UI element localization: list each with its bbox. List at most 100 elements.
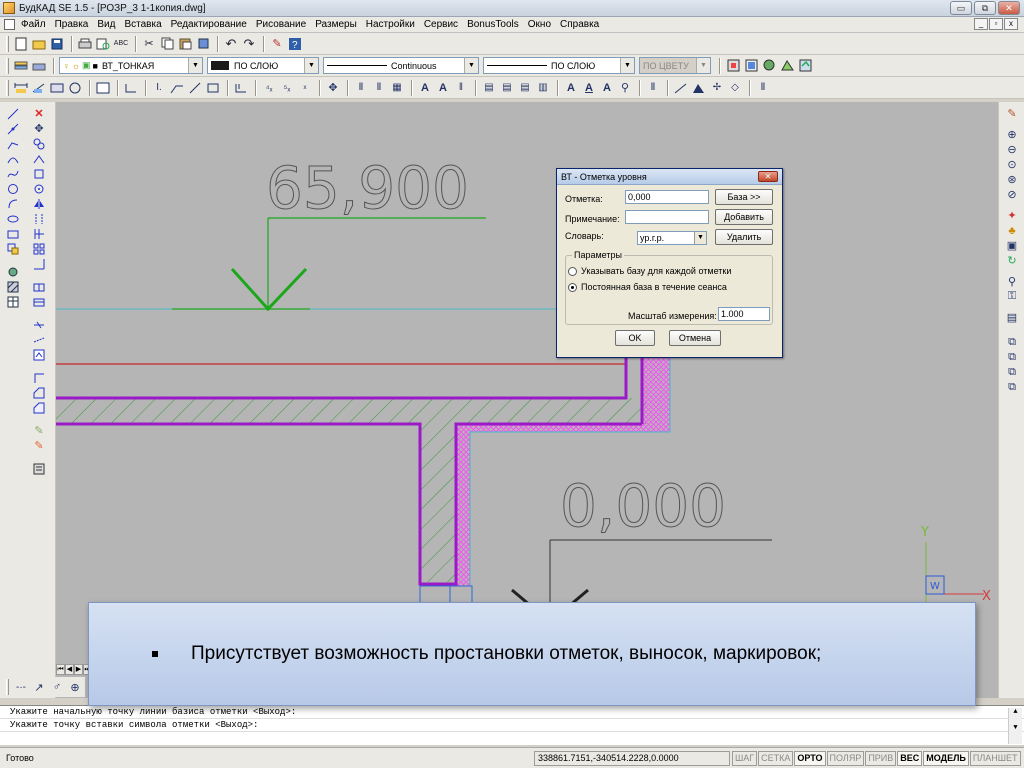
table-edit-icon[interactable]: ▤ [517,80,533,96]
menu-file[interactable]: Файл [21,19,46,30]
pencil-icon[interactable]: ✎ [269,36,285,52]
menu-modify[interactable]: Редактирование [171,19,247,30]
dialog-title-bar[interactable]: ВТ - Отметка уровня ✕ [557,169,782,185]
coordinates-readout[interactable]: 338861.7151,-340514.2228,0.0000 [534,750,730,766]
draworder-front-icon[interactable]: ⧉ [1004,335,1020,350]
text-scale-icon[interactable]: A [599,80,615,96]
menu-window[interactable]: Окно [528,19,551,30]
layout-icon[interactable]: ▤ [1004,310,1020,325]
open-file-icon[interactable] [31,36,47,52]
zoom-out-icon[interactable]: ⊖ [1004,142,1020,157]
region-icon[interactable] [5,264,21,279]
arc-3p-icon[interactable] [5,196,21,211]
doc-restore-button[interactable]: ▫ [989,18,1003,30]
status-toggle-4[interactable]: ПРИВ [865,750,897,766]
paint-icon[interactable]: ✎ [31,438,47,453]
dim-update-icon[interactable]: ✥ [325,80,341,96]
plotstyle-combo[interactable]: ПО ЦВЕТУ ▼ [639,57,711,74]
doc-minimize-button[interactable]: _ [974,18,988,30]
paste-icon[interactable] [177,36,193,52]
menu-bonustools[interactable]: BonusTools [467,19,519,30]
dim-angular-icon[interactable] [123,80,139,96]
note-input[interactable] [625,210,709,224]
polygon-icon[interactable] [31,400,47,415]
match-properties-icon[interactable] [195,36,211,52]
column-mark-icon[interactable]: Ⅱ [353,80,369,96]
offset-icon[interactable] [31,166,47,181]
menu-edit[interactable]: Правка [55,19,89,30]
center-mark-icon[interactable] [233,80,249,96]
zoom-in-icon[interactable]: ⊕ [1004,127,1020,142]
ellipse-icon[interactable] [5,211,21,226]
mirror-icon[interactable] [31,196,47,211]
chevron-down-icon[interactable]: ▼ [696,58,710,73]
array-rect-icon[interactable] [31,241,47,256]
zoom-previous-icon[interactable]: ⊘ [1004,187,1020,202]
insert-block-icon[interactable] [5,241,21,256]
menu-tools[interactable]: Сервис [424,19,458,30]
layer-previous-icon[interactable] [31,58,47,74]
corner-icon[interactable] [31,370,47,385]
status-toggle-7[interactable]: ПЛАНШЕТ [969,750,1021,766]
dim-continue-icon[interactable]: ⁴ₓ [261,80,277,96]
base-button[interactable]: База >> [715,189,773,205]
layer-combo[interactable]: ♀ ☼ ▣ ■ ВТ_ТОНКАЯ ▼ [59,57,203,74]
zoom-window-icon[interactable]: ⊙ [1004,157,1020,172]
close-button[interactable]: ✕ [998,1,1020,15]
snap-endpoint-icon[interactable]: ♂ [49,679,65,695]
snap-point-icon[interactable]: ✢ [709,80,725,96]
grid-mark-icon[interactable]: ▦ [389,80,405,96]
text-underline-icon[interactable]: A [581,80,597,96]
array-icon[interactable] [31,211,47,226]
dictionary-select[interactable]: ур.г.р. ▼ [637,231,707,245]
dim-aligned-icon[interactable] [31,80,47,96]
fillet-icon[interactable] [31,332,47,347]
command-scrollbar[interactable]: ▲ ▼ [1008,708,1022,744]
maximize-button[interactable]: ⧉ [974,1,996,15]
erase-icon[interactable]: ✕ [31,106,47,121]
viewport-icon[interactable]: ⚿ [1004,289,1020,304]
level-mark-icon[interactable]: I. [151,80,167,96]
menu-dimensions[interactable]: Размеры [315,19,357,30]
stretch-icon[interactable] [31,151,47,166]
dim-style-icon[interactable] [95,80,111,96]
boundary-icon[interactable] [31,385,47,400]
print-icon[interactable] [77,36,93,52]
linetype-combo[interactable]: Continuous ▼ [323,57,479,74]
copy-icon[interactable] [159,36,175,52]
draworder-under-icon[interactable]: ⧉ [1004,380,1020,395]
named-views-icon[interactable]: ⚲ [1004,274,1020,289]
tab-first-icon[interactable]: ⏮ [56,664,65,675]
help-icon[interactable]: ? [287,36,303,52]
chamfer-icon[interactable] [31,317,47,332]
tab-prev-icon[interactable]: ◀ [65,664,74,675]
ok-button[interactable]: OK [615,330,655,346]
rectangle-icon[interactable] [5,226,21,241]
polyline-icon[interactable] [5,136,21,151]
zoom-extents-icon[interactable]: ⊛ [1004,172,1020,187]
cut-icon[interactable]: ✂ [141,36,157,52]
break-icon[interactable] [31,279,47,294]
radio-base-constant[interactable]: Постоянная база в течение сеанса [568,282,727,292]
scale-input[interactable]: 1.000 [718,307,770,321]
multileader-icon[interactable] [187,80,203,96]
menu-settings[interactable]: Настройки [366,19,415,30]
tab-next-icon[interactable]: ▶ [74,664,83,675]
status-toggle-6[interactable]: МОДЕЛЬ [923,750,969,766]
document-icon[interactable] [4,19,15,30]
axis-mark-icon[interactable]: Ⅱ [371,80,387,96]
draw-line-icon[interactable] [673,80,689,96]
radio-base-each[interactable]: Указывать базу для каждой отметки [568,266,731,276]
explode-icon[interactable] [31,347,47,362]
join-icon[interactable] [31,294,47,309]
dim-linear-icon[interactable] [13,80,29,96]
calc-icon[interactable]: Ⅱ [755,80,771,96]
extend-icon[interactable] [31,256,47,271]
table-draw-icon[interactable] [5,294,21,309]
undo-icon[interactable]: ↶ [223,36,239,52]
mtext-icon[interactable]: A [435,80,451,96]
text-icon[interactable]: A [417,80,433,96]
draworder-back-icon[interactable]: ⧉ [1004,350,1020,365]
leader-icon[interactable] [169,80,185,96]
block-refresh-icon[interactable] [797,58,813,74]
